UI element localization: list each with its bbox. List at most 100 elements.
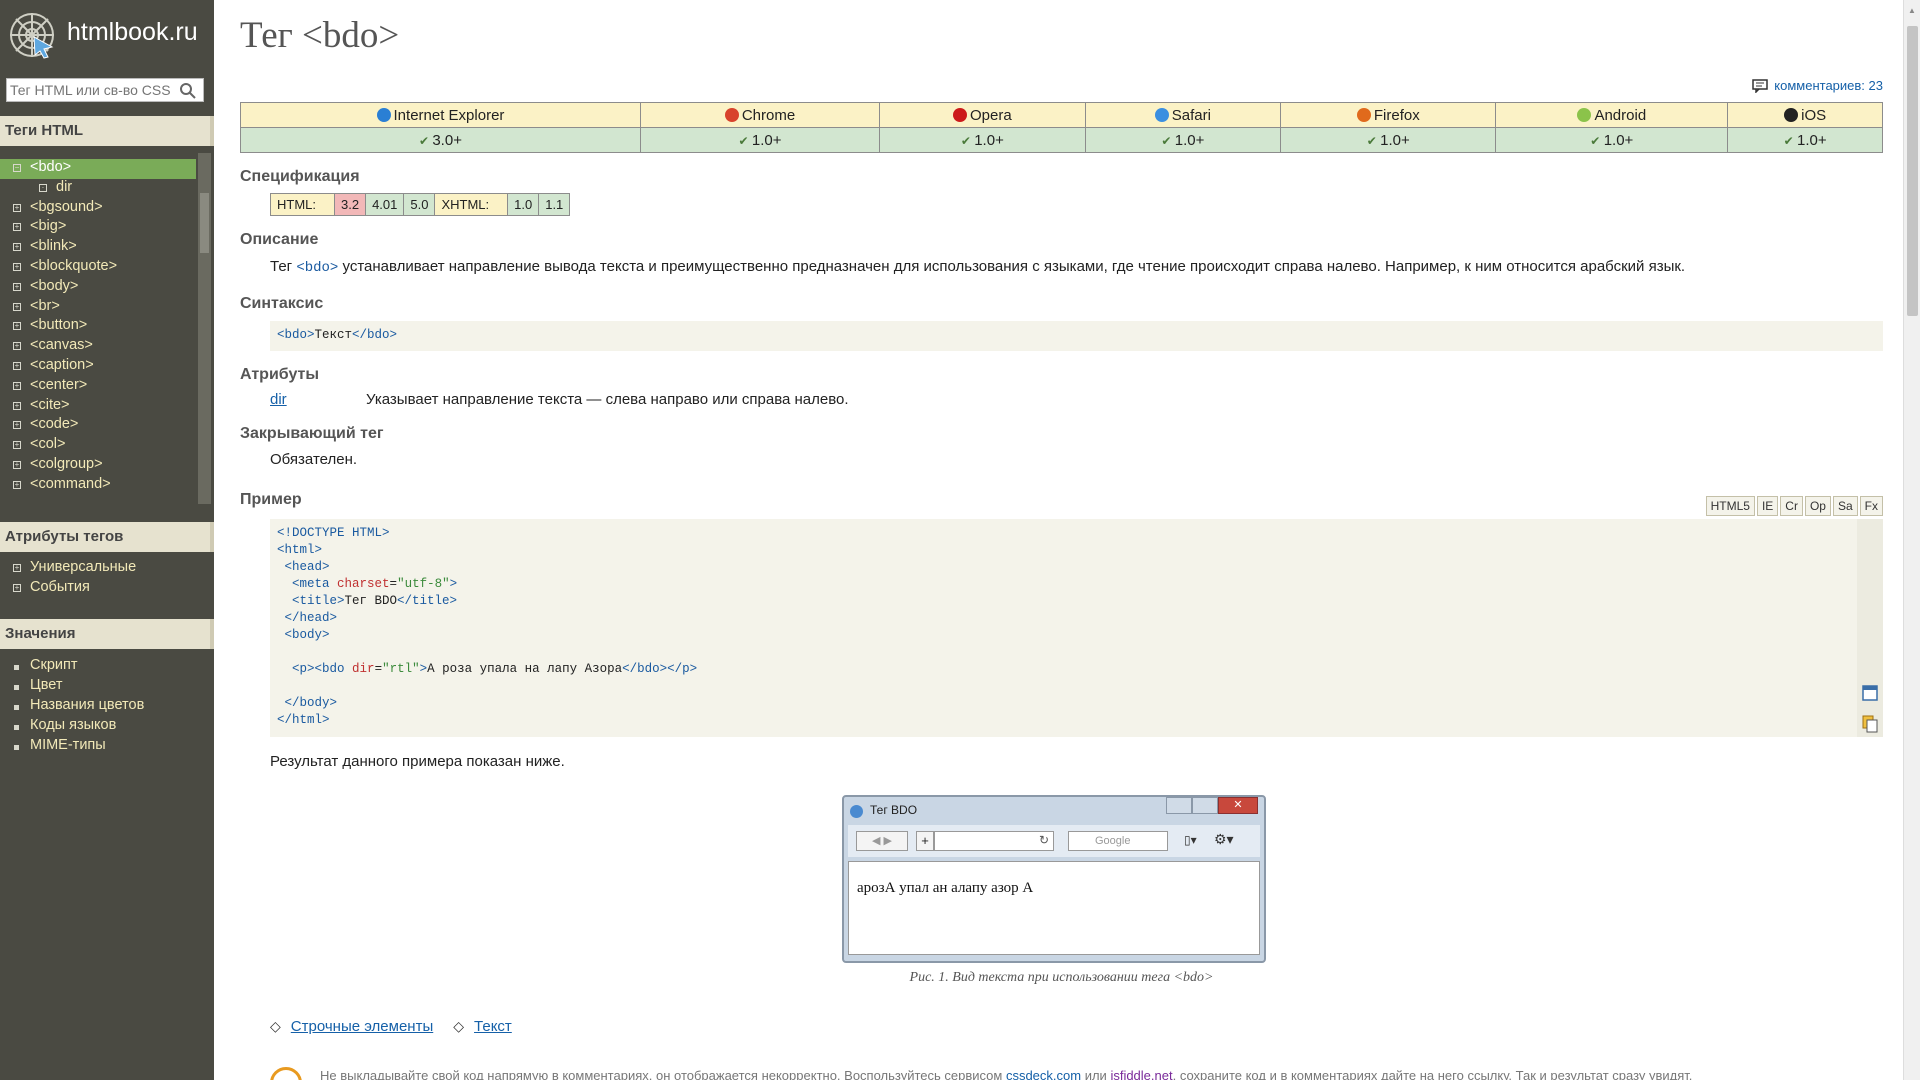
sidebar-tree-item[interactable]: + <colgroup> <box>0 456 198 476</box>
leaf-icon[interactable]: · <box>39 183 47 192</box>
attr-dir-desc: Указывает направление текста — слева нап… <box>366 391 849 408</box>
logo-icon[interactable] <box>8 11 56 59</box>
expand-icon[interactable]: + <box>13 460 21 469</box>
tag-link[interactable]: Строчные элементы <box>291 1018 433 1035</box>
sidebar-tree-label[interactable]: <command> <box>30 476 111 492</box>
sidebar-list-item[interactable]: + События <box>0 579 210 599</box>
page-scrollbar[interactable]: ▲ <box>1903 0 1920 1080</box>
tag-link[interactable]: Текст <box>474 1018 512 1035</box>
sidebar-tree-item[interactable]: + <blockquote> <box>0 258 198 278</box>
sidebar-tree-item[interactable]: + <button> <box>0 317 198 337</box>
code-token: > <box>449 577 458 591</box>
sidebar-tree-label[interactable]: <blockquote> <box>30 258 117 274</box>
expand-icon[interactable]: + <box>13 480 21 489</box>
tree-scrollbar[interactable] <box>198 153 211 504</box>
expand-icon[interactable]: + <box>13 203 21 212</box>
sidebar-tree-label[interactable]: <col> <box>30 436 65 452</box>
sidebar-list-item[interactable]: Коды языков <box>0 717 210 737</box>
view-plain-icon[interactable] <box>1862 685 1878 701</box>
cssdeck-link[interactable]: cssdeck.com <box>1006 1068 1081 1080</box>
sidebar-tree-label[interactable]: dir <box>56 179 72 195</box>
example-tab[interactable]: Op <box>1804 496 1831 516</box>
comments-count[interactable]: комментариев: 23 <box>1774 78 1883 93</box>
expand-icon: + <box>13 563 21 572</box>
sidebar-tree-label[interactable]: <caption> <box>30 357 94 373</box>
comments-link[interactable]: комментариев: 23 <box>1752 78 1883 93</box>
tag-links: ◇ Строчные элементы ◇ Текст <box>270 1018 512 1035</box>
sidebar-list-label[interactable]: Цвет <box>30 677 63 693</box>
browser-version-cell: ✔ 1.0+ <box>639 127 881 153</box>
sidebar-tree-label[interactable]: <br> <box>30 298 60 314</box>
expand-icon[interactable]: + <box>13 421 21 430</box>
sidebar-tree-item[interactable]: + <big> <box>0 218 198 238</box>
bullet-icon <box>14 725 19 730</box>
sidebar-tree-label[interactable]: <cite> <box>30 397 70 413</box>
sidebar-tree-label[interactable]: <code> <box>30 416 78 432</box>
example-tab[interactable]: Sa <box>1832 496 1858 516</box>
sidebar-tree-label[interactable]: <canvas> <box>30 337 93 353</box>
sidebar-list-label[interactable]: Универсальные <box>30 559 136 575</box>
close-icon: ✕ <box>1218 797 1258 814</box>
bullet-icon <box>14 745 19 750</box>
sidebar-list-label[interactable]: События <box>30 579 90 595</box>
example-tab[interactable]: IE <box>1756 496 1779 516</box>
expand-icon[interactable]: + <box>13 381 21 390</box>
search-input[interactable] <box>7 79 175 101</box>
expand-icon[interactable]: + <box>13 401 21 410</box>
sidebar-tree-label[interactable]: <blink> <box>30 238 77 254</box>
sidebar-tree-item[interactable]: + <blink> <box>0 238 198 258</box>
browser-name-cell: Opera <box>879 102 1086 128</box>
search-icon[interactable] <box>179 82 197 100</box>
sidebar-tree-item[interactable]: + <bgsound> <box>0 199 198 219</box>
sidebar-tree-label[interactable]: <colgroup> <box>30 456 103 472</box>
sidebar-list-item[interactable]: MIME-типы <box>0 737 210 757</box>
sidebar-list-label[interactable]: Названия цветов <box>30 697 144 713</box>
sidebar-tree-label[interactable]: <bdo> <box>30 159 71 175</box>
expand-icon[interactable]: + <box>13 302 21 311</box>
sidebar-list-item[interactable]: Названия цветов <box>0 697 210 717</box>
jsfiddle-link[interactable]: jsfiddle.net <box>1110 1068 1172 1080</box>
sidebar-list-item[interactable]: Скрипт <box>0 657 210 677</box>
example-tab[interactable]: Cr <box>1780 496 1803 516</box>
expand-icon[interactable]: + <box>13 282 21 291</box>
expand-icon[interactable]: + <box>13 342 21 351</box>
expand-icon[interactable]: + <box>13 243 21 252</box>
expand-icon[interactable]: + <box>13 361 21 370</box>
sidebar-list-item[interactable]: Цвет <box>0 677 210 697</box>
code-token: "rtl" <box>382 662 420 676</box>
expand-icon[interactable]: + <box>13 322 21 331</box>
sidebar-tree-label[interactable]: <body> <box>30 278 78 294</box>
expand-icon[interactable]: + <box>13 223 21 232</box>
copy-icon[interactable] <box>1862 715 1878 733</box>
collapse-icon[interactable]: − <box>13 164 21 172</box>
code-token: Тег BDO <box>344 594 398 608</box>
sidebar-list-label[interactable]: Коды языков <box>30 717 116 733</box>
sidebar-tree-item[interactable]: + <br> <box>0 298 198 318</box>
page-scroll-thumb[interactable] <box>1907 26 1918 316</box>
sidebar-tree-item[interactable]: + <command> <box>0 476 198 496</box>
sidebar-tree-item[interactable]: + <body> <box>0 278 198 298</box>
scroll-up-icon[interactable]: ▲ <box>1908 6 1916 15</box>
sidebar-tree-item[interactable]: + <center> <box>0 377 198 397</box>
sidebar-list-label[interactable]: MIME-типы <box>30 737 106 753</box>
sidebar-tree-item[interactable]: + <caption> <box>0 357 198 377</box>
sidebar-tree-item[interactable]: + <code> <box>0 416 198 436</box>
sidebar-tree-label[interactable]: <bgsound> <box>30 199 103 215</box>
expand-icon[interactable]: + <box>13 441 21 450</box>
attr-dir-link[interactable]: dir <box>270 391 287 408</box>
sidebar-list-label[interactable]: Скрипт <box>30 657 77 673</box>
example-tab[interactable]: HTML5 <box>1705 496 1755 516</box>
tree-scroll-thumb[interactable] <box>200 193 209 253</box>
sidebar-tree-label[interactable]: <big> <box>30 218 66 234</box>
sidebar-list-item[interactable]: + Универсальные <box>0 559 210 579</box>
sidebar-tree-item[interactable]: + <cite> <box>0 397 198 417</box>
sidebar-tree-label[interactable]: <center> <box>30 377 87 393</box>
expand-icon[interactable]: + <box>13 262 21 271</box>
site-name[interactable]: htmlbook.ru <box>67 18 198 47</box>
sidebar-tree-item[interactable]: + <col> <box>0 436 198 456</box>
sidebar-tree-item[interactable]: · dir <box>0 179 198 199</box>
example-tab[interactable]: Fx <box>1859 496 1883 516</box>
sidebar-tree-item[interactable]: + <canvas> <box>0 337 198 357</box>
sidebar-tree-item[interactable]: − <bdo> <box>0 159 196 179</box>
sidebar-tree-label[interactable]: <button> <box>30 317 87 333</box>
